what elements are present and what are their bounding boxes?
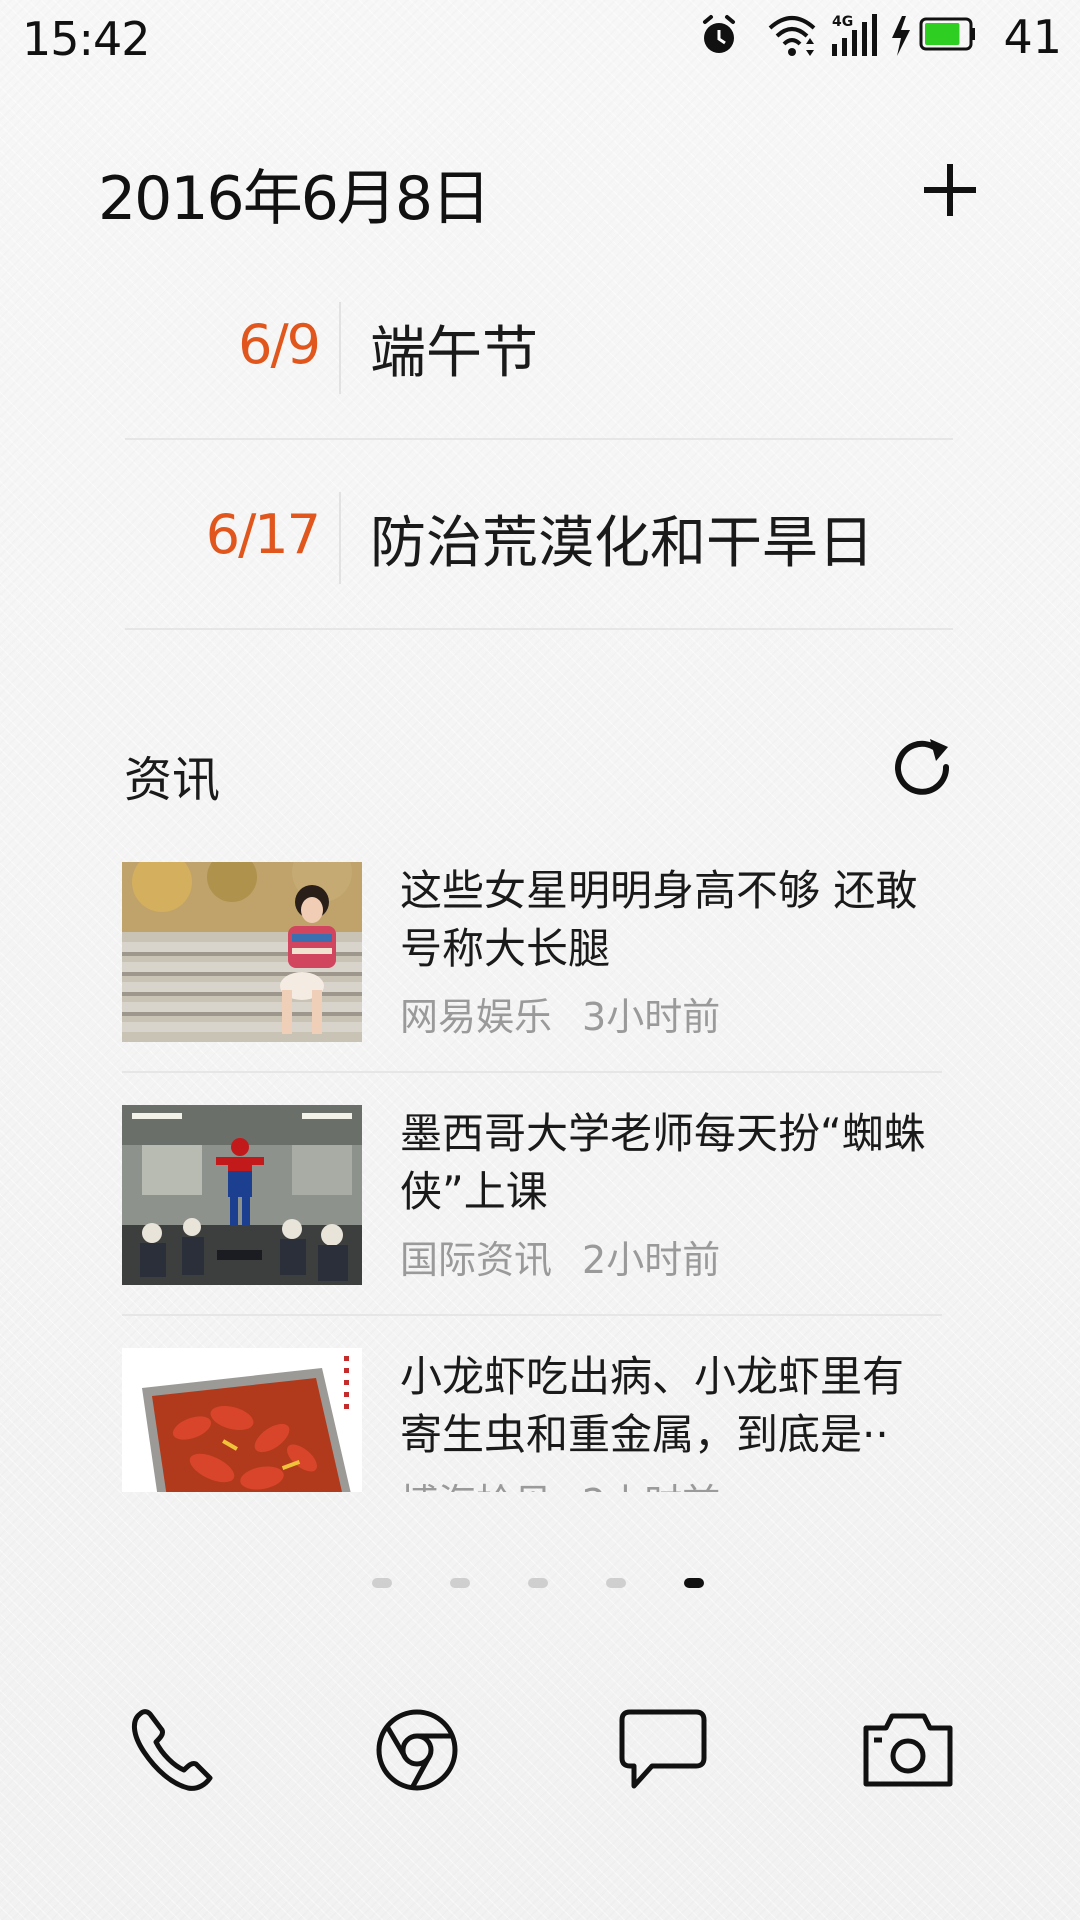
news-title: 这些女星明明身高不够 还敢号称大长腿 (400, 866, 918, 973)
news-time: 3小时前 (582, 995, 721, 1039)
camera-icon (863, 1713, 953, 1787)
news-list[interactable]: 这些女星明明身高不够 还敢号称大长腿 网易娱乐 3小时前 墨西哥大学老师每天扮“… (122, 858, 942, 1492)
messages-button[interactable] (612, 1700, 712, 1800)
news-thumbnail-crayfish-tray (122, 1348, 362, 1492)
alarm-icon (703, 15, 735, 53)
news-source: 网易娱乐 (400, 995, 553, 1039)
phone-icon (132, 1709, 213, 1791)
plus-icon (924, 164, 976, 216)
event-date: 6/17 (205, 503, 321, 566)
row-divider (122, 1071, 942, 1073)
status-time: 15:42 (22, 12, 151, 66)
browser-icon (376, 1709, 458, 1791)
news-heading: 资讯 (124, 752, 221, 808)
page-dot (606, 1578, 626, 1588)
news-meta: 网易娱乐 3小时前 (400, 986, 720, 1041)
news-title: 墨西哥大学老师每天扮“蜘蛛侠”上课 (400, 1109, 926, 1216)
event-date: 6/9 (238, 313, 321, 376)
event-divider (339, 492, 341, 584)
news-source: 博海拾贝 (400, 1481, 552, 1492)
event-title: 端午节 (370, 321, 538, 386)
phone-button[interactable] (122, 1700, 222, 1800)
wifi-icon (768, 16, 816, 56)
page-dot (450, 1578, 470, 1588)
news-thumbnail-woman-on-stairs (122, 862, 362, 1042)
page-dot (684, 1578, 704, 1588)
news-item[interactable]: 这些女星明明身高不够 还敢号称大长腿 网易娱乐 3小时前 (122, 858, 942, 1101)
news-source: 国际资讯 (400, 1238, 553, 1282)
signal-icon: 4G (832, 14, 877, 56)
news-meta: 国际资讯 2小时前 (400, 1229, 720, 1284)
refresh-icon (895, 739, 950, 795)
event-row[interactable]: 6/9 端午节 (125, 250, 953, 440)
network-type-label: 4G (832, 14, 853, 30)
date-title: 2016年6月8日 (98, 164, 491, 234)
row-divider (125, 628, 953, 630)
camera-button[interactable] (858, 1700, 958, 1800)
page-dot (528, 1578, 548, 1588)
charging-icon (892, 16, 910, 56)
news-item[interactable]: 小龙虾吃出病、小龙虾里有寄生虫和重金属，到底是·· 博海拾贝 2小时前 (122, 1344, 942, 1492)
page-dot (372, 1578, 392, 1588)
news-item[interactable]: 墨西哥大学老师每天扮“蜘蛛侠”上课 国际资讯 2小时前 (122, 1101, 942, 1344)
row-divider (122, 1314, 942, 1316)
event-divider (339, 302, 341, 394)
battery-icon (919, 17, 975, 51)
refresh-button[interactable] (890, 735, 958, 803)
battery-percent: 41 (1003, 10, 1062, 64)
event-row[interactable]: 6/17 防治荒漠化和干旱日 (125, 440, 953, 630)
message-icon (619, 1709, 707, 1789)
news-time: 2小时前 (582, 1238, 721, 1282)
news-title: 小龙虾吃出病、小龙虾里有寄生虫和重金属，到底是·· (400, 1352, 905, 1459)
page-indicator (372, 1578, 708, 1594)
news-meta: 博海拾贝 2小时前 (400, 1472, 720, 1492)
add-event-button[interactable] (920, 160, 980, 220)
news-thumbnail-spiderman-classroom (122, 1105, 362, 1285)
news-time: 2小时前 (582, 1481, 720, 1492)
event-title: 防治荒漠化和干旱日 (370, 511, 874, 576)
browser-button[interactable] (367, 1700, 467, 1800)
